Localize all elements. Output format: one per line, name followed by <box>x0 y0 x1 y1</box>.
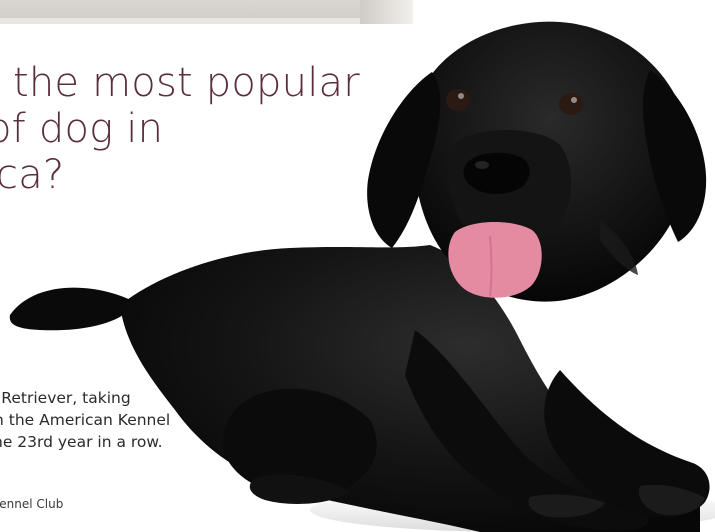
answer-line-2: n the American Kennel <box>0 411 171 429</box>
headline-line-1: s the most popular <box>0 60 360 106</box>
answer-line-3: he 23rd year in a row. <box>0 433 163 451</box>
source-text: Kennel Club <box>0 497 64 511</box>
answer-line-1: r Retriever, taking <box>0 389 131 407</box>
headline-line-3: ca? <box>0 152 65 198</box>
headline: s the most popular of dog in ca? <box>0 60 380 198</box>
headline-line-2: of dog in <box>0 106 164 152</box>
answer-text: r Retriever, taking n the American Kenne… <box>0 387 320 453</box>
source-credit: Kennel Club <box>0 497 63 511</box>
top-photo-crop <box>0 0 413 24</box>
